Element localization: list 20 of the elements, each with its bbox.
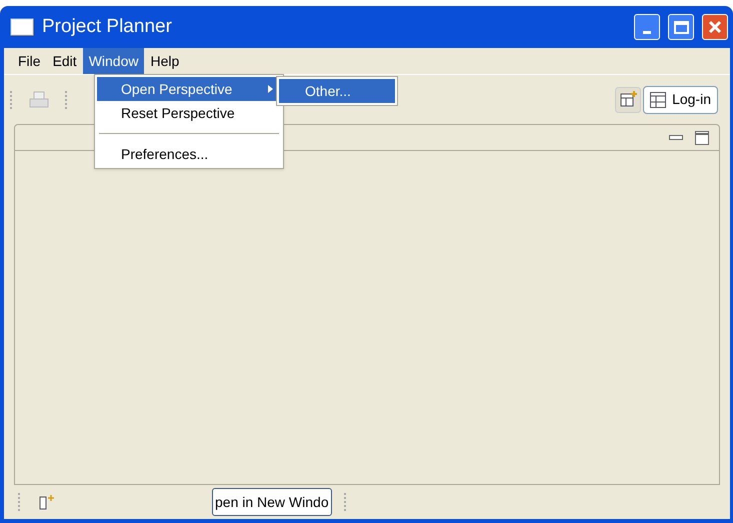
open-perspective-icon[interactable]: [615, 86, 642, 112]
perspective-button[interactable]: Log-in: [643, 86, 718, 114]
maximize-icon[interactable]: [695, 130, 709, 144]
menu-item[interactable]: File: [12, 48, 47, 74]
close-icon: [708, 20, 722, 34]
maximize-button[interactable]: [668, 14, 694, 40]
minimize-button[interactable]: [634, 14, 660, 40]
menu-item[interactable]: Reset Perspective: [97, 101, 281, 125]
minimize-icon[interactable]: [669, 134, 683, 140]
open-window-button[interactable]: pen in New Windo: [212, 488, 332, 516]
menu-item[interactable]: Preferences...: [97, 142, 281, 166]
menu-item[interactable]: Window: [82, 48, 144, 74]
close-button[interactable]: [702, 14, 728, 40]
window-title: Project Planner: [42, 14, 173, 39]
menu-item[interactable]: Help: [144, 48, 186, 74]
fast-view-icon[interactable]: [39, 494, 57, 510]
menu-item[interactable]: Edit: [46, 48, 83, 74]
window-icon: [10, 18, 34, 36]
menu-item[interactable]: Other...: [279, 79, 395, 103]
table-icon: [650, 92, 666, 108]
